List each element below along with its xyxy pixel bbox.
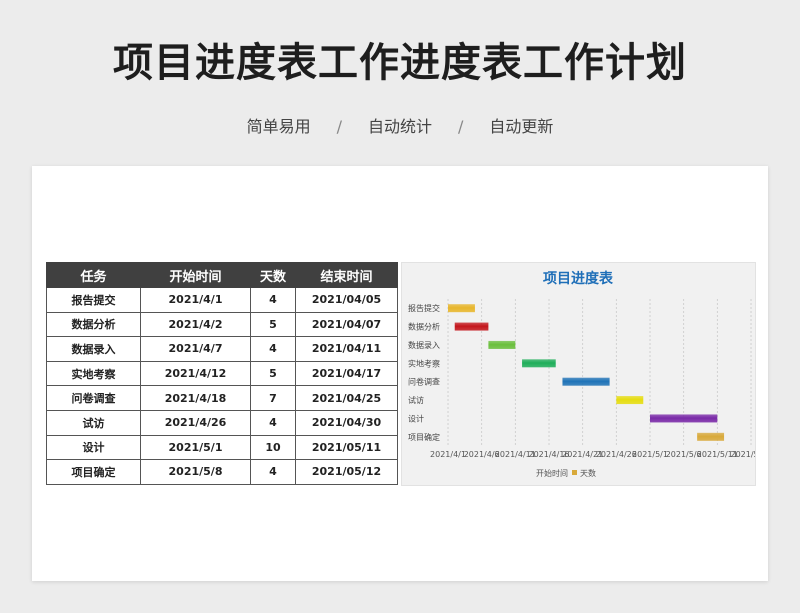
x-tick-label: 2021/5/1: [632, 450, 668, 459]
legend-label-days: 天数: [580, 468, 596, 478]
cell-task: 设计: [46, 434, 141, 461]
cell-start: 2021/4/12: [140, 360, 251, 387]
table-header-row: 任务 开始时间 天数 结束时间: [46, 262, 398, 288]
cell-end: 2021/04/07: [295, 311, 398, 338]
cell-start: 2021/4/7: [140, 336, 251, 362]
cell-end: 2021/04/05: [295, 287, 398, 313]
table-row: 项目确定 2021/5/8 4 2021/05/12: [46, 459, 398, 485]
cell-start: 2021/5/8: [140, 459, 251, 485]
x-tick-label: 2021/5/16: [730, 450, 755, 459]
gantt-bar: [448, 304, 475, 313]
cell-start: 2021/4/2: [140, 311, 251, 338]
cell-days: 4: [250, 287, 296, 313]
cell-end: 2021/04/30: [295, 409, 398, 436]
cell-end: 2021/04/25: [295, 385, 398, 411]
feature-auto-update: 自动更新: [489, 117, 554, 136]
legend-swatch-days: [572, 470, 577, 475]
cell-end: 2021/04/11: [295, 336, 398, 362]
table-row: 试访 2021/4/26 4 2021/04/30: [46, 409, 398, 436]
y-category-label: 问卷调查: [408, 377, 440, 387]
header-end-date: 结束时间: [295, 262, 398, 288]
header-days: 天数: [250, 262, 296, 288]
table-row: 数据分析 2021/4/2 5 2021/04/07: [46, 311, 398, 338]
feature-auto-stats: 自动统计: [367, 117, 432, 136]
gantt-bar: [616, 396, 644, 405]
y-category-label: 报告提交: [408, 303, 440, 313]
x-tick-label: 2021/4/26: [596, 450, 637, 459]
feature-easy: 简单易用: [246, 117, 311, 136]
cell-task: 实地考察: [46, 360, 141, 387]
table-row: 问卷调查 2021/4/18 7 2021/04/25: [46, 385, 398, 411]
cell-days: 7: [250, 385, 296, 411]
cell-task: 项目确定: [46, 459, 141, 485]
gantt-bar: [562, 377, 610, 386]
table-row: 实地考察 2021/4/12 5 2021/04/17: [46, 360, 398, 387]
separator: /: [336, 117, 342, 136]
gantt-bar: [650, 414, 718, 423]
y-category-label: 设计: [408, 413, 424, 423]
cell-task: 问卷调查: [46, 385, 141, 411]
gantt-bar: [488, 340, 516, 349]
cell-task: 数据录入: [46, 336, 141, 362]
gantt-chart: 项目进度表 2021/4/1 2021/4/6 2021/4/11 2021/4/16 2…: [401, 262, 756, 486]
y-category-label: 数据分析: [408, 322, 440, 332]
gantt-chart-svg: 项目进度表2021/4/12021/4/62021/4/112021/4/162…: [408, 270, 755, 478]
separator: /: [458, 117, 464, 136]
cell-start: 2021/4/18: [140, 385, 251, 411]
gantt-bar: [697, 432, 725, 441]
task-table: 任务 开始时间 天数 结束时间 报告提交 2021/4/1 4 2021/04/05 …: [46, 262, 398, 485]
y-category-label: 数据录入: [408, 340, 440, 350]
cell-days: 4: [250, 459, 296, 485]
content-card: 任务 开始时间 天数 结束时间 报告提交 2021/4/1 4 2021/04/05 …: [32, 166, 768, 581]
gantt-bar: [522, 359, 556, 368]
cell-start: 2021/4/1: [140, 287, 251, 313]
y-category-label: 试访: [408, 395, 424, 405]
y-category-label: 实地考察: [408, 358, 440, 368]
cell-start: 2021/4/26: [140, 409, 251, 436]
cell-task: 数据分析: [46, 311, 141, 338]
table-row: 设计 2021/5/1 10 2021/05/11: [46, 434, 398, 461]
x-tick-label: 2021/4/1: [430, 450, 466, 459]
cell-days: 5: [250, 360, 296, 387]
cell-days: 5: [250, 311, 296, 338]
table-row: 数据录入 2021/4/7 4 2021/04/11: [46, 336, 398, 362]
cell-days: 4: [250, 409, 296, 436]
cell-days: 4: [250, 336, 296, 362]
table-row: 报告提交 2021/4/1 4 2021/04/05: [46, 287, 398, 313]
cell-end: 2021/04/17: [295, 360, 398, 387]
cell-end: 2021/05/11: [295, 434, 398, 461]
feature-subtitle: 简单易用 / 自动统计 / 自动更新: [0, 113, 800, 137]
page-title: 项目进度表工作进度表工作计划: [113, 40, 687, 86]
cell-days: 10: [250, 434, 296, 461]
header-task: 任务: [46, 262, 141, 288]
gantt-bar: [454, 322, 489, 331]
cell-start: 2021/5/1: [140, 434, 251, 461]
chart-title: 项目进度表: [543, 270, 614, 287]
cell-end: 2021/05/12: [295, 459, 398, 485]
y-category-label: 项目确定: [408, 432, 440, 442]
cell-task: 试访: [46, 409, 141, 436]
cell-task: 报告提交: [46, 287, 141, 313]
header-start-date: 开始时间: [140, 262, 251, 288]
legend-label-start: 开始时间: [536, 468, 568, 478]
